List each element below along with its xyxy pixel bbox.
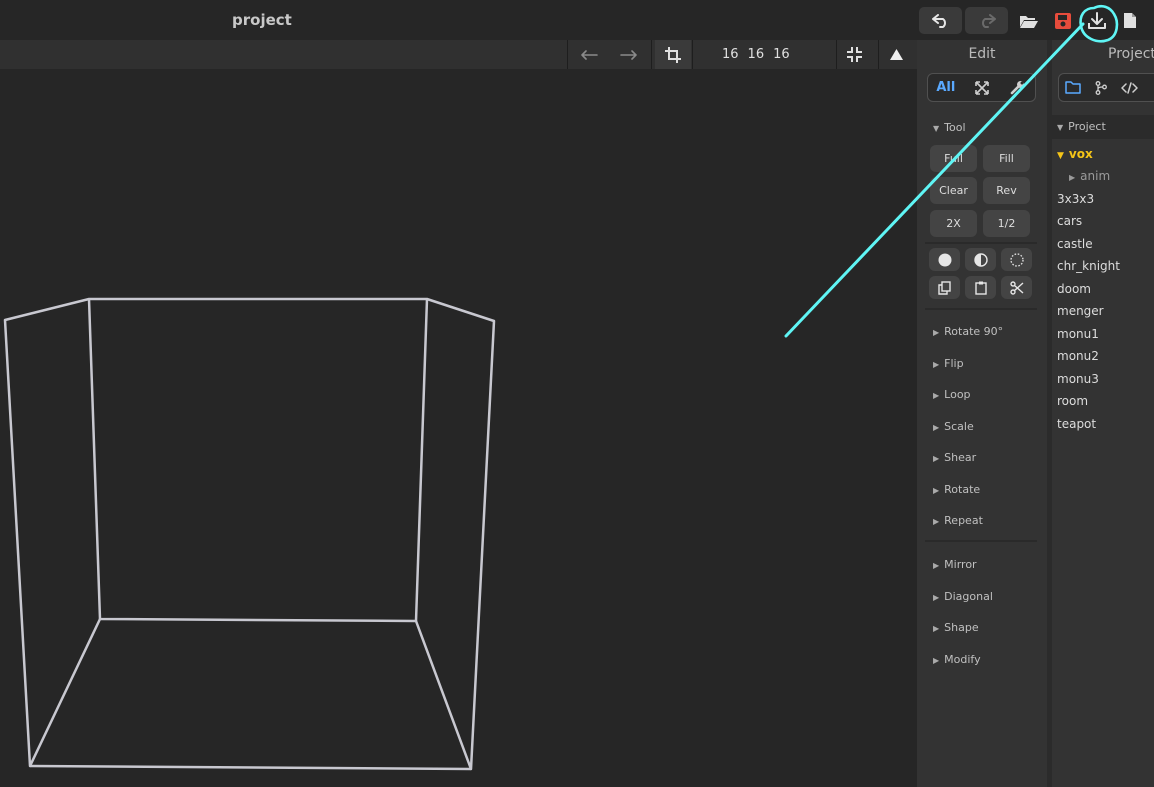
- fill-button[interactable]: Fill: [983, 145, 1030, 172]
- project-item[interactable]: castle: [1057, 237, 1093, 251]
- viewport-toolbar: 16 16 16: [0, 40, 917, 69]
- open-button[interactable]: [1016, 7, 1042, 34]
- copy-icon: [938, 280, 951, 295]
- compress-icon: [846, 47, 862, 62]
- save-icon: [1055, 12, 1071, 29]
- section-repeat[interactable]: ▶ Repeat: [933, 514, 983, 527]
- half-button[interactable]: 1/2: [983, 210, 1030, 237]
- redo-icon: [981, 13, 996, 28]
- save-button[interactable]: [1051, 7, 1075, 34]
- grid-dimensions[interactable]: 16 16 16: [722, 40, 790, 69]
- project-item[interactable]: monu2: [1057, 349, 1099, 363]
- crop-icon: [665, 46, 681, 63]
- rev-button[interactable]: Rev: [983, 177, 1030, 204]
- redo-button[interactable]: [965, 7, 1008, 34]
- cut-button[interactable]: [1001, 276, 1032, 299]
- scissors-icon: [1009, 280, 1023, 295]
- half-mode-button[interactable]: [965, 248, 996, 271]
- download-icon: [1088, 11, 1106, 29]
- copy-button[interactable]: [929, 276, 960, 299]
- compress-button[interactable]: [840, 40, 868, 69]
- branch-icon: [1095, 80, 1107, 95]
- project-panel: Project ▼ Project ▼ vox ▶ anim 3x3x3 cars c…: [1052, 40, 1154, 787]
- folder-anim[interactable]: ▶ anim: [1069, 169, 1110, 183]
- crop-button[interactable]: [655, 40, 691, 69]
- section-rotate-90[interactable]: ▶ Rotate 90°: [933, 325, 1003, 338]
- tool-section-header[interactable]: ▼ Tool: [933, 121, 966, 134]
- folder-vox[interactable]: ▼ vox: [1057, 147, 1093, 161]
- expand-icon: [974, 80, 989, 95]
- project-tab-group: [1058, 73, 1154, 102]
- tab-transform[interactable]: [964, 74, 1000, 101]
- project-item[interactable]: room: [1057, 394, 1088, 408]
- bounding-box-wireframe: [3, 297, 496, 771]
- project-item[interactable]: 3x3x3: [1057, 192, 1094, 206]
- circle-dashed-icon: [1009, 252, 1024, 267]
- dim-y[interactable]: 16: [748, 47, 765, 62]
- double-button[interactable]: 2X: [930, 210, 977, 237]
- tab-code[interactable]: [1115, 74, 1143, 101]
- project-title: project: [232, 11, 292, 29]
- project-item[interactable]: chr_knight: [1057, 259, 1120, 273]
- undo-button[interactable]: [919, 7, 962, 34]
- section-scale[interactable]: ▶ Scale: [933, 420, 974, 433]
- 3d-viewport[interactable]: [0, 69, 917, 787]
- section-shape[interactable]: ▶ Shape: [933, 621, 979, 634]
- full-button[interactable]: Full: [930, 145, 977, 172]
- section-flip[interactable]: ▶ Flip: [933, 357, 964, 370]
- clear-button[interactable]: Clear: [930, 177, 977, 204]
- new-file-button[interactable]: [1120, 7, 1140, 34]
- project-item[interactable]: monu1: [1057, 327, 1099, 341]
- project-panel-title: Project: [1108, 46, 1154, 62]
- open-folder-icon: [1020, 15, 1038, 28]
- section-shear[interactable]: ▶ Shear: [933, 451, 976, 464]
- section-loop[interactable]: ▶ Loop: [933, 388, 971, 401]
- edit-panel: Edit All ▼ Tool Full Fill Clear Rev 2X 1/…: [917, 40, 1047, 787]
- section-modify[interactable]: ▶ Modify: [933, 653, 981, 666]
- forward-button[interactable]: [612, 40, 646, 69]
- tab-all[interactable]: All: [928, 74, 964, 101]
- paste-button[interactable]: [965, 276, 996, 299]
- project-item[interactable]: doom: [1057, 282, 1091, 296]
- dashed-mode-button[interactable]: [1001, 248, 1032, 271]
- tab-tree[interactable]: [1087, 74, 1115, 101]
- project-item[interactable]: teapot: [1057, 417, 1096, 431]
- download-button[interactable]: [1085, 7, 1109, 34]
- edit-tab-group: All: [927, 73, 1036, 102]
- project-item[interactable]: monu3: [1057, 372, 1099, 386]
- paste-icon: [974, 281, 987, 295]
- triangle-up-icon: [889, 49, 903, 60]
- wrench-icon: [1010, 81, 1024, 95]
- new-file-icon: [1124, 13, 1136, 28]
- undo-icon: [931, 13, 946, 28]
- edit-panel-title: Edit: [968, 46, 996, 62]
- project-tree-title[interactable]: ▼ Project: [1057, 120, 1106, 133]
- project-item[interactable]: cars: [1057, 214, 1082, 228]
- arrow-right-icon: [620, 49, 637, 60]
- circle-filled-icon: [938, 253, 951, 266]
- arrow-left-icon: [581, 49, 598, 60]
- dim-x[interactable]: 16: [722, 47, 739, 62]
- code-icon: [1120, 81, 1138, 94]
- collapse-button[interactable]: [882, 40, 910, 69]
- tab-files[interactable]: [1059, 74, 1087, 101]
- back-button[interactable]: [572, 40, 606, 69]
- tab-tools[interactable]: [999, 74, 1035, 101]
- folder-icon: [1065, 81, 1081, 94]
- solid-mode-button[interactable]: [929, 248, 960, 271]
- project-item[interactable]: menger: [1057, 304, 1104, 318]
- dim-z[interactable]: 16: [773, 47, 790, 62]
- section-mirror[interactable]: ▶ Mirror: [933, 558, 977, 571]
- circle-half-icon: [973, 252, 988, 267]
- section-diagonal[interactable]: ▶ Diagonal: [933, 590, 993, 603]
- section-rotate[interactable]: ▶ Rotate: [933, 483, 980, 496]
